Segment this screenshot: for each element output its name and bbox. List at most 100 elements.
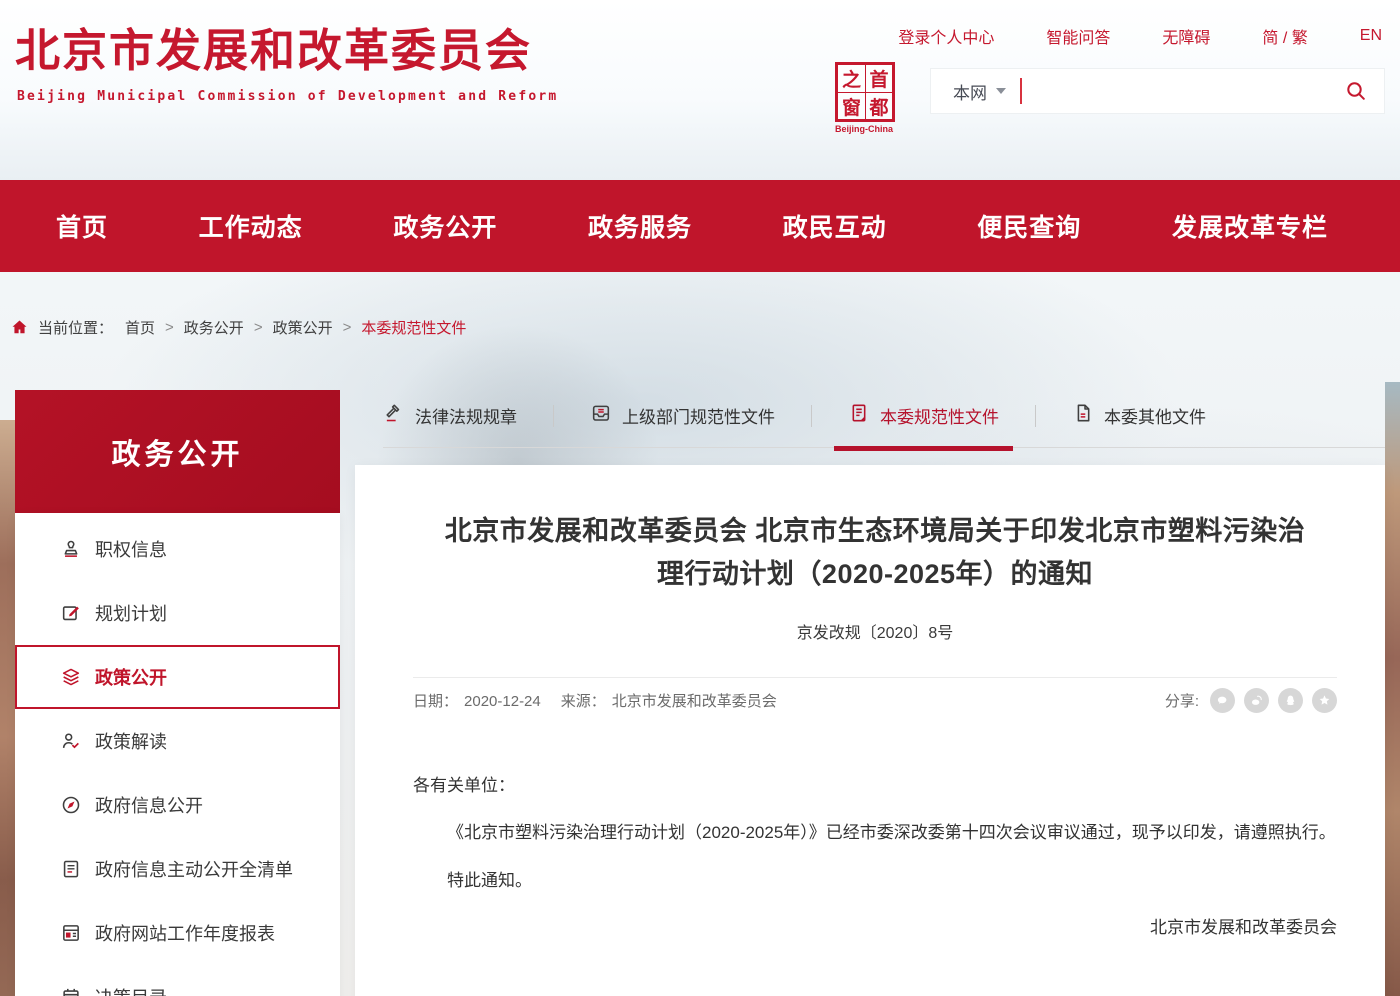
sidebar-item-label: 政策解读 (95, 728, 167, 754)
breadcrumb-item-government-disclosure[interactable]: 政务公开 (184, 317, 244, 338)
sidebar-item-label: 政府信息主动公开全清单 (95, 856, 293, 882)
weibo-icon[interactable] (1244, 688, 1269, 713)
link-english[interactable]: EN (1360, 27, 1382, 45)
gavel-icon (383, 402, 405, 429)
site-logo-title: 北京市发展和改革委员会 (15, 14, 532, 79)
article-meta-left: 日期： 2020-12-24 来源： 北京市发展和改革委员会 (413, 690, 783, 711)
nav-item-government-disclosure[interactable]: 政务公开 (393, 208, 497, 244)
home-icon[interactable] (10, 318, 29, 337)
calendar-icon (60, 986, 82, 996)
sidebar-item-label: 政府信息公开 (95, 792, 203, 818)
sidebar-item-government-info-disclosure[interactable]: 政府信息公开 (15, 773, 340, 837)
sidebar-item-planning[interactable]: 规划计划 (15, 581, 340, 645)
link-smart-qa[interactable]: 智能问答 (1046, 24, 1110, 48)
primary-nav: 首页 工作动态 政务公开 政务服务 政民互动 便民查询 发展改革专栏 (0, 180, 1400, 272)
sidebar-item-website-annual-report[interactable]: 政府网站工作年度报表 (15, 901, 340, 965)
search-icon[interactable] (1328, 79, 1384, 103)
tab-label: 上级部门规范性文件 (622, 403, 775, 428)
layers-icon (60, 666, 82, 688)
document-category-tabs: 法律法规规章 上级部门规范性文件 本委规范性文件 (383, 402, 1385, 448)
utility-links: 登录个人中心 智能问答 无障碍 简 / 繁 EN (898, 24, 1382, 48)
background-photo-left-edge (0, 420, 15, 996)
article-date: 2020-12-24 (464, 693, 541, 710)
edit-icon (60, 602, 82, 624)
article-source: 北京市发展和改革委员会 (612, 693, 777, 710)
nav-item-convenience-query[interactable]: 便民查询 (977, 208, 1081, 244)
sidebar-item-label: 政府网站工作年度报表 (95, 920, 275, 946)
compass-icon (60, 794, 82, 816)
search-input[interactable] (1036, 70, 1328, 112)
site-header: 北京市发展和改革委员会 Beijing Municipal Commission… (0, 0, 1400, 180)
inbox-icon (590, 402, 612, 429)
breadcrumb-item-current: 本委规范性文件 (361, 317, 466, 338)
seal-char: 首 (865, 65, 892, 92)
tab-label: 本委规范性文件 (880, 403, 999, 428)
sidebar-item-policy-interpretation[interactable]: 政策解读 (15, 709, 340, 773)
link-accessibility[interactable]: 无障碍 (1162, 24, 1210, 48)
seal-char: 都 (865, 92, 892, 120)
sidebar-item-label: 规划计划 (95, 600, 167, 626)
sidebar-item-label: 职权信息 (95, 536, 167, 562)
chevron-down-icon (996, 88, 1006, 94)
background-photo-right-edge (1385, 382, 1400, 996)
person-check-icon (60, 730, 82, 752)
seal-char: 之 (838, 65, 865, 92)
document-number: 京发改规〔2020〕8号 (413, 619, 1337, 643)
breadcrumb-item-policy-disclosure[interactable]: 政策公开 (273, 317, 333, 338)
tab-committee-other-docs[interactable]: 本委其他文件 (1072, 402, 1206, 429)
tab-label: 本委其他文件 (1104, 403, 1206, 428)
nav-item-government-services[interactable]: 政务服务 (588, 208, 692, 244)
share-toolbar: 分享: (1165, 688, 1337, 713)
tab-divider (553, 405, 554, 427)
sidebar-item-proactive-disclosure-list[interactable]: 政府信息主动公开全清单 (15, 837, 340, 901)
seal-char: 窗 (838, 92, 865, 120)
sidebar-title: 政务公开 (15, 390, 340, 513)
wechat-icon[interactable] (1210, 688, 1235, 713)
link-simplified-traditional[interactable]: 简 / 繁 (1262, 24, 1307, 48)
favorite-star-icon[interactable] (1312, 688, 1337, 713)
article-panel: 北京市发展和改革委员会 北京市生态环境局关于印发北京市塑料污染治理行动计划（20… (355, 465, 1385, 996)
nav-item-development-reform-column[interactable]: 发展改革专栏 (1172, 208, 1328, 244)
page: 北京市发展和改革委员会 Beijing Municipal Commission… (0, 0, 1400, 996)
tab-laws-regulations[interactable]: 法律法规规章 (383, 402, 517, 429)
article-title: 北京市发展和改革委员会 北京市生态环境局关于印发北京市塑料污染治理行动计划（20… (435, 510, 1315, 596)
nav-item-home[interactable]: 首页 (56, 208, 108, 244)
share-label: 分享: (1165, 690, 1199, 711)
sidebar-item-policy-disclosure[interactable]: 政策公开 (15, 645, 340, 709)
seal-caption: Beijing-China (822, 124, 906, 134)
article-signature: 北京市发展和改革委员会 (413, 909, 1337, 947)
breadcrumb-separator: > (254, 319, 263, 336)
source-label: 来源： (561, 693, 606, 710)
breadcrumb-label: 当前位置： (38, 317, 113, 338)
sidebar-menu: 职权信息 规划计划 政策公开 政策解读 (15, 513, 340, 996)
nav-item-work-dynamics[interactable]: 工作动态 (199, 208, 303, 244)
search-divider (1020, 78, 1022, 104)
date-label: 日期： (413, 693, 458, 710)
breadcrumb-item-home[interactable]: 首页 (125, 317, 155, 338)
article-paragraph: 特此通知。 (413, 862, 1337, 900)
document-list-icon (60, 858, 82, 880)
stamp-icon (60, 538, 82, 560)
breadcrumb-separator: > (165, 319, 174, 336)
tab-committee-normative-docs[interactable]: 本委规范性文件 (848, 402, 999, 429)
annual-report-icon (60, 922, 82, 944)
article-salutation: 各有关单位： (413, 767, 1337, 805)
article-body: 各有关单位： 《北京市塑料污染治理行动计划（2020-2025年）》已经市委深改… (413, 767, 1337, 946)
file-icon (1072, 402, 1094, 429)
sidebar-item-label: 决策目录 (95, 984, 167, 996)
main-content: 法律法规规章 上级部门规范性文件 本委规范性文件 (355, 402, 1385, 996)
nav-item-public-interaction[interactable]: 政民互动 (783, 208, 887, 244)
site-logo-subtitle: Beijing Municipal Commission of Developm… (17, 89, 558, 104)
document-icon (848, 402, 870, 429)
sidebar-item-authority-info[interactable]: 职权信息 (15, 517, 340, 581)
search-scope-label: 本网 (953, 79, 987, 104)
breadcrumb-separator: > (343, 319, 352, 336)
capital-window-seal-logo[interactable]: 之 首 窗 都 (835, 62, 895, 122)
article-meta: 日期： 2020-12-24 来源： 北京市发展和改革委员会 分享: (413, 688, 1337, 713)
sidebar-item-label: 政策公开 (95, 664, 167, 690)
search-scope-select[interactable]: 本网 (931, 79, 1006, 104)
sidebar-item-decision-catalog[interactable]: 决策目录 (15, 965, 340, 996)
qq-icon[interactable] (1278, 688, 1303, 713)
link-login-personal-center[interactable]: 登录个人中心 (898, 24, 994, 48)
tab-superior-normative-docs[interactable]: 上级部门规范性文件 (590, 402, 775, 429)
